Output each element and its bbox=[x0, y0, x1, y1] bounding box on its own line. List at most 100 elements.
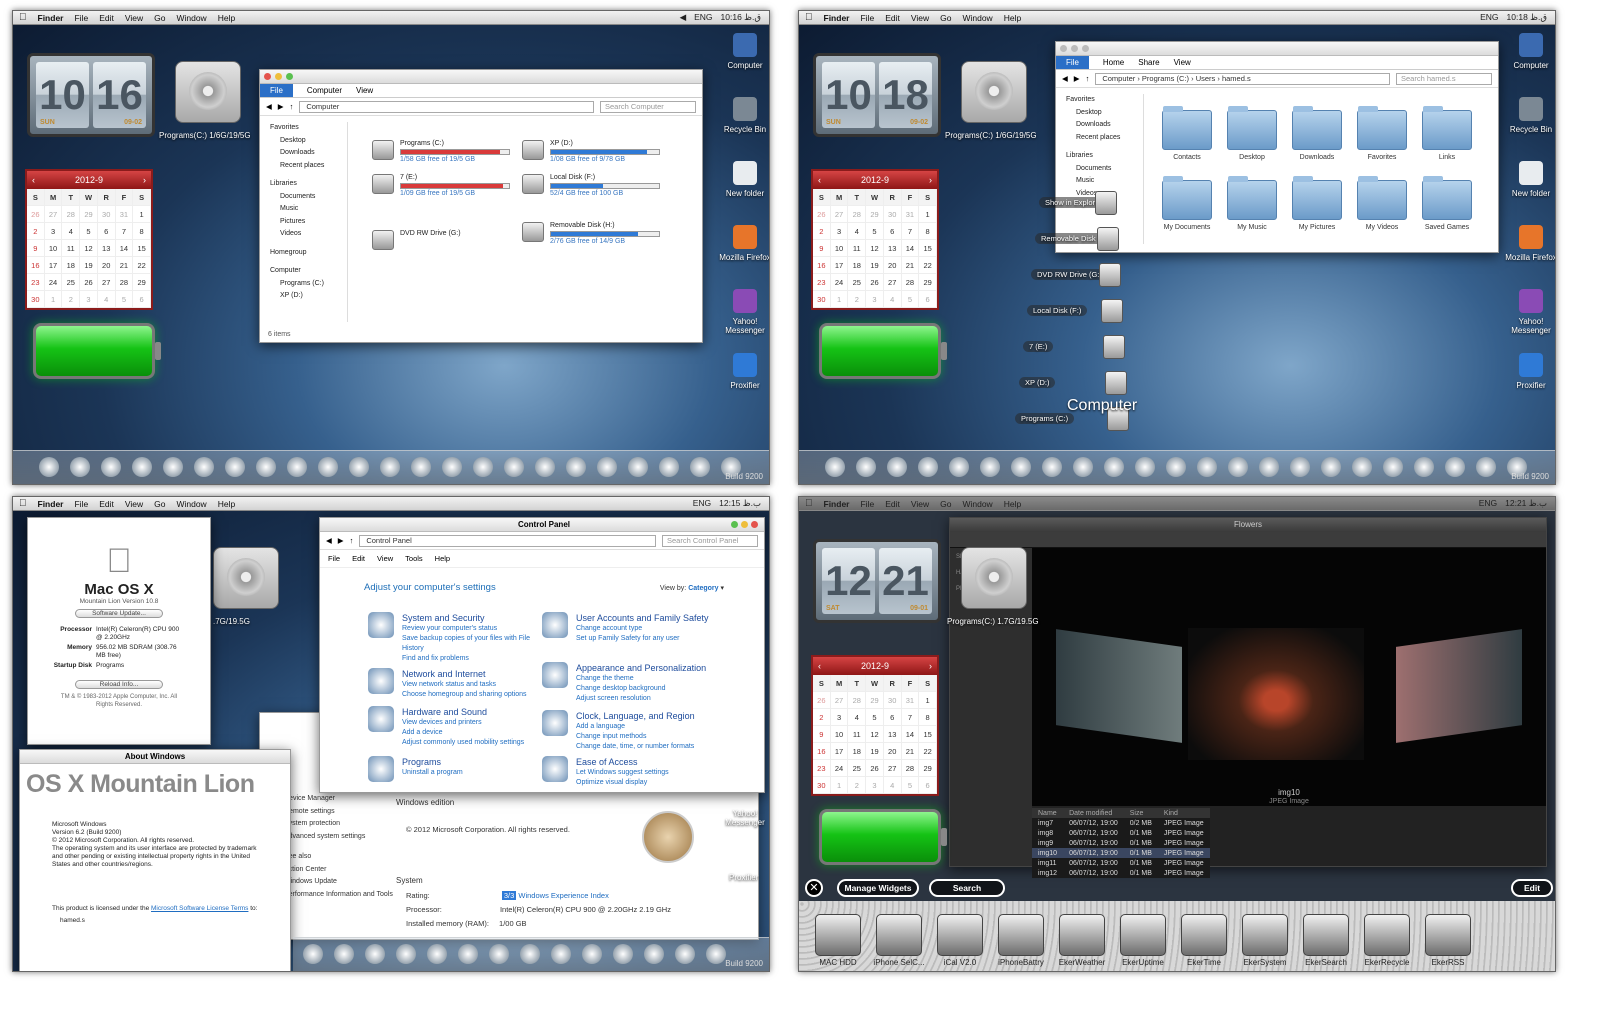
calendar-prev-icon[interactable]: ‹ bbox=[32, 175, 35, 185]
calendar-day[interactable]: 6 bbox=[97, 223, 116, 240]
folder-item[interactable]: Links bbox=[1420, 106, 1474, 161]
close-icon[interactable] bbox=[1060, 45, 1067, 52]
flip-clock-widget[interactable]: 10 SUN 16 09-02 bbox=[27, 53, 155, 137]
dock-app-icon[interactable] bbox=[256, 457, 276, 477]
viewby-select[interactable]: Category bbox=[688, 585, 718, 592]
calendar-day[interactable]: 10 bbox=[830, 240, 849, 257]
menu-app[interactable]: Finder bbox=[38, 13, 64, 23]
calendar-day[interactable]: 13 bbox=[883, 240, 902, 257]
category-link[interactable]: Uninstall a program bbox=[402, 768, 552, 778]
desktop-icon-label[interactable]: Mozilla Firefox bbox=[1503, 253, 1555, 262]
clock-text[interactable]: 10:18 ق.ظ bbox=[1507, 12, 1547, 23]
calendar-day[interactable]: 16 bbox=[27, 257, 45, 274]
drive-icon[interactable] bbox=[1095, 191, 1117, 215]
address-bar[interactable]: Computer › Programs (C:) › Users › hamed… bbox=[1095, 72, 1390, 85]
calendar-day[interactable]: 7 bbox=[901, 709, 920, 726]
crumb-computer[interactable]: Computer bbox=[1102, 74, 1135, 83]
widget-item[interactable]: iPhone SelC... bbox=[870, 914, 928, 967]
dock-app-icon[interactable] bbox=[535, 457, 555, 477]
calendar-day[interactable]: 1 bbox=[44, 291, 63, 308]
calendar-day[interactable]: 1 bbox=[919, 692, 937, 709]
calendar-day[interactable]: 1 bbox=[133, 206, 151, 223]
category-title[interactable]: Hardware and Sound bbox=[402, 706, 552, 718]
tab-view[interactable]: View bbox=[356, 86, 373, 95]
calendar-day[interactable]: 2 bbox=[27, 223, 45, 240]
clock-text[interactable]: 10:16 ق.ظ bbox=[721, 12, 761, 23]
dock-app-icon[interactable] bbox=[303, 944, 323, 964]
zoom-icon[interactable] bbox=[1082, 45, 1089, 52]
drive-icon[interactable] bbox=[1101, 299, 1123, 323]
hdd-icon[interactable] bbox=[961, 547, 1027, 609]
calendar-day[interactable]: 12 bbox=[866, 240, 884, 257]
dock-app-icon[interactable] bbox=[675, 944, 695, 964]
nav-item[interactable]: Music bbox=[1076, 175, 1143, 188]
dock-app-icon[interactable] bbox=[225, 457, 245, 477]
preview-image[interactable] bbox=[1188, 628, 1364, 760]
calendar-day[interactable]: 22 bbox=[133, 257, 151, 274]
calendar-day[interactable]: 6 bbox=[919, 291, 937, 308]
category-link[interactable]: Optimize visual display bbox=[576, 778, 726, 788]
crumb-user[interactable]: hamed.s bbox=[1222, 74, 1251, 83]
system-link[interactable]: Device Manager bbox=[284, 793, 393, 806]
calendar-day[interactable]: 9 bbox=[813, 240, 831, 257]
dock-app-icon[interactable] bbox=[489, 944, 509, 964]
category-link[interactable]: Change account type bbox=[576, 624, 726, 634]
category-link[interactable]: Adjust commonly used mobility settings bbox=[402, 738, 552, 748]
dock-app-icon[interactable] bbox=[949, 457, 969, 477]
system-link[interactable]: Advanced system settings bbox=[284, 831, 393, 844]
nav-item[interactable]: Videos bbox=[280, 228, 347, 241]
lang[interactable]: ENG bbox=[693, 498, 711, 509]
stack-drive-item[interactable]: DVD RW Drive (G:) bbox=[1031, 269, 1108, 280]
calendar-widget[interactable]: ‹ 2012-9 › S M T W R F S 26 27 28 29 30 31 1 2 3 4 5 6 7 8 9 10 1… bbox=[811, 169, 939, 310]
calendar-day[interactable]: 27 bbox=[830, 206, 849, 223]
zoom-icon[interactable] bbox=[731, 521, 738, 528]
stack-drive-item[interactable]: 7 (E:) bbox=[1023, 341, 1054, 352]
flip-clock-widget[interactable]: 10 SUN 18 09-02 bbox=[813, 53, 941, 137]
dock-app-icon[interactable] bbox=[1414, 457, 1434, 477]
calendar-day[interactable]: 28 bbox=[62, 206, 81, 223]
menu-window[interactable]: Window bbox=[176, 499, 206, 509]
apple-icon[interactable]:  bbox=[19, 12, 27, 23]
hdd-icon[interactable] bbox=[961, 61, 1027, 123]
nav-item[interactable]: Recent places bbox=[280, 160, 347, 173]
calendar-day[interactable]: 9 bbox=[27, 240, 45, 257]
desktop-icon[interactable] bbox=[1519, 161, 1543, 185]
dock-app-icon[interactable] bbox=[411, 457, 431, 477]
calendar-day[interactable]: 30 bbox=[97, 206, 116, 223]
dock-app-icon[interactable] bbox=[1228, 457, 1248, 477]
widget-item[interactable]: iPhoneBattry bbox=[992, 914, 1050, 967]
tab-home[interactable]: Home bbox=[1103, 58, 1124, 67]
folder-item[interactable]: My Videos bbox=[1355, 176, 1409, 231]
calendar-day[interactable]: 22 bbox=[919, 257, 937, 274]
calendar-day[interactable]: 28 bbox=[901, 274, 920, 291]
calendar-day[interactable]: 7 bbox=[901, 223, 920, 240]
dock-app-icon[interactable] bbox=[39, 457, 59, 477]
nav-item[interactable]: Libraries bbox=[270, 178, 347, 191]
drive-item[interactable]: Removable Disk (H:) 2/76 GB free of 14/9 … bbox=[522, 222, 660, 245]
clock-text[interactable]: 12:15 ب.ظ bbox=[719, 498, 761, 509]
stack-drive-item[interactable]: Programs (C:) bbox=[1015, 413, 1075, 424]
lang[interactable]: ENG bbox=[694, 12, 712, 23]
table-row[interactable]: img8 06/07/12, 19:00 0/1 MB JPEG Image bbox=[1032, 828, 1210, 838]
calendar-day[interactable]: 28 bbox=[901, 760, 920, 777]
calendar-day[interactable]: 17 bbox=[44, 257, 63, 274]
calendar-prev-icon[interactable]: ‹ bbox=[818, 175, 821, 185]
calendar-day[interactable]: 5 bbox=[866, 223, 884, 240]
calendar-day[interactable]: 4 bbox=[97, 291, 116, 308]
dock-app-icon[interactable] bbox=[659, 457, 679, 477]
folder-item[interactable]: My Documents bbox=[1160, 176, 1214, 231]
dock-app-icon[interactable] bbox=[504, 457, 524, 477]
drive-item[interactable]: XP (D:) 1/08 GB free of 9/78 GB bbox=[522, 140, 660, 163]
dock-app-icon[interactable] bbox=[334, 944, 354, 964]
category-link[interactable]: View devices and printers bbox=[402, 718, 552, 728]
desktop-icon[interactable] bbox=[733, 161, 757, 185]
apple-icon[interactable]:  bbox=[805, 498, 813, 509]
menu-cp-file[interactable]: File bbox=[328, 554, 340, 563]
up-icon[interactable]: ↑ bbox=[350, 536, 354, 545]
menu-app[interactable]: Finder bbox=[38, 499, 64, 509]
calendar-next-icon[interactable]: › bbox=[143, 175, 146, 185]
calendar-day[interactable]: 28 bbox=[115, 274, 134, 291]
calendar-day[interactable]: 28 bbox=[848, 206, 867, 223]
menu-view[interactable]: View bbox=[911, 13, 929, 23]
stack-drive-item[interactable]: XP (D:) bbox=[1019, 377, 1056, 388]
